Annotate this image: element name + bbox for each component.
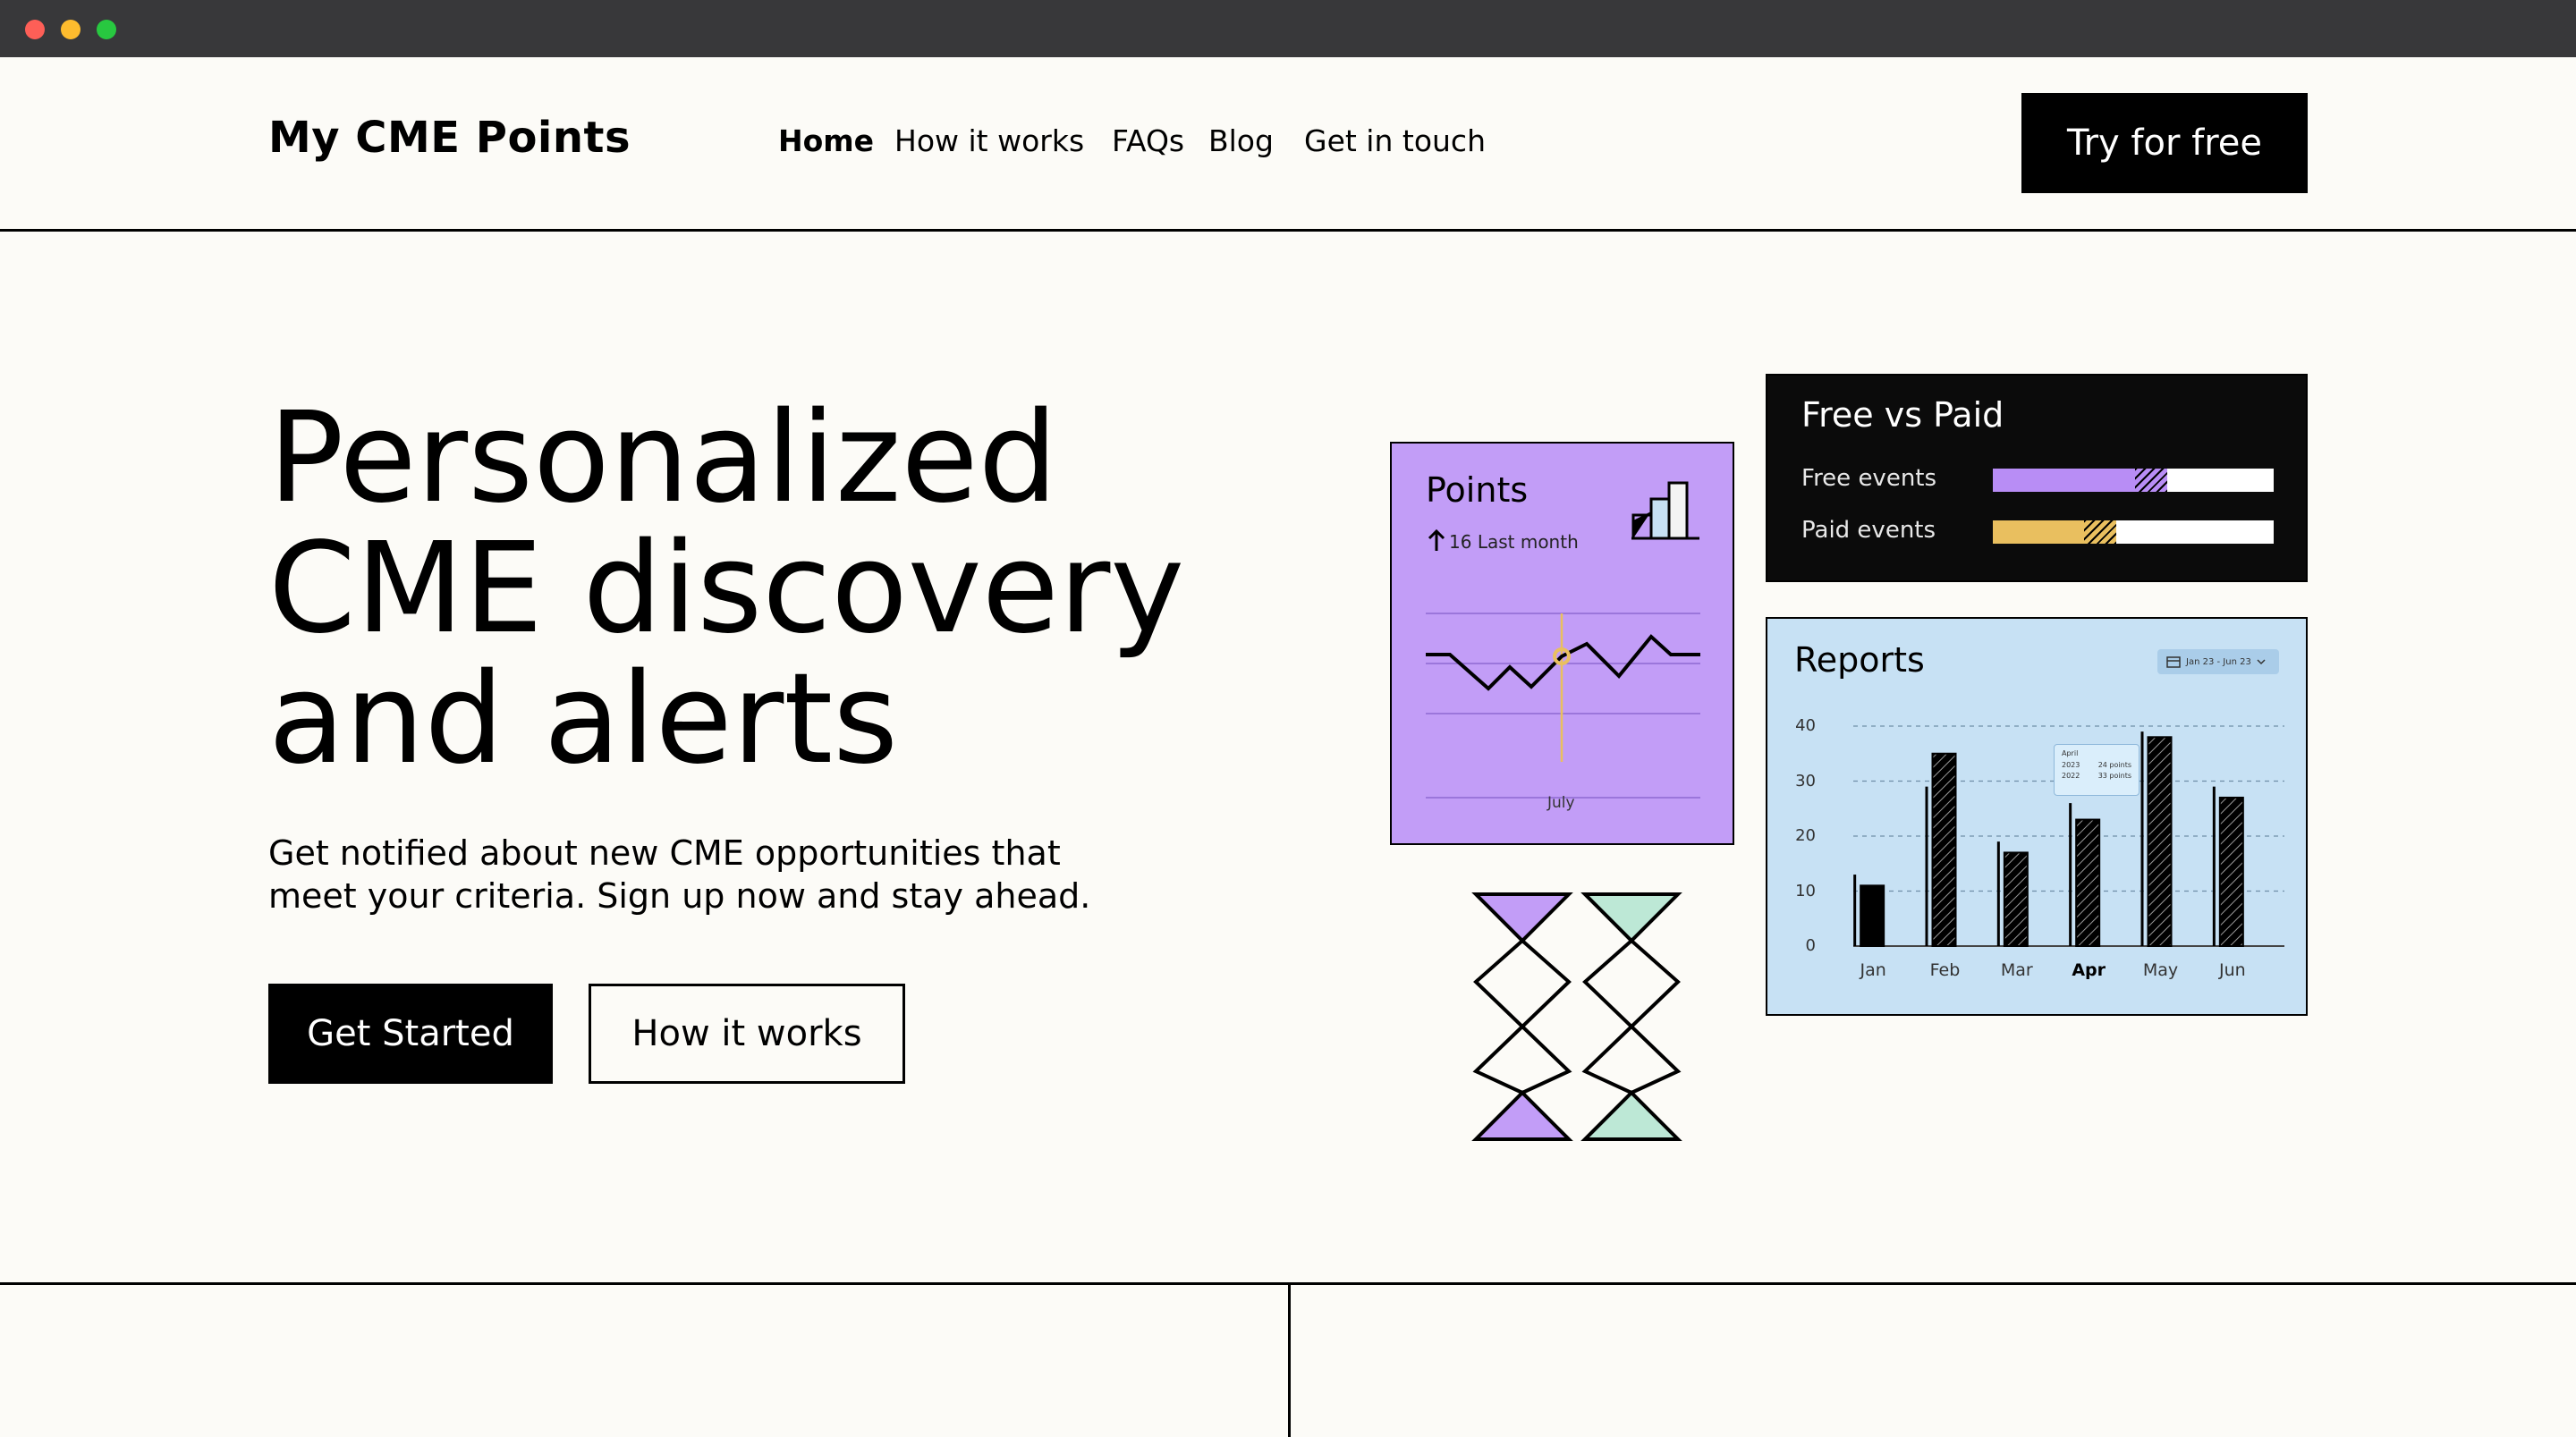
x-tick-label: Apr [2072,960,2106,980]
x-tick-label: Jun [2218,960,2246,980]
maximize-window-button[interactable] [97,20,116,39]
header-divider [0,229,2576,232]
tooltip-year: 2022 [2062,772,2080,780]
site-logo[interactable]: My CME Points [268,113,631,163]
free-events-bar [1993,469,2274,492]
bar-2023[interactable] [2218,796,2244,947]
paid-events-bar [1993,520,2274,544]
tooltip-row: 2022 33 points [2062,772,2131,780]
headline-line: CME discovery [268,516,1185,662]
bar-2022[interactable] [2069,803,2072,946]
section-column-divider [1288,1282,1291,1437]
bar-2022[interactable] [1996,841,2000,946]
nav-faqs[interactable]: FAQs [1112,123,1184,158]
bar-chart-icon [1631,481,1699,540]
tooltip-value: 24 points [2097,761,2131,769]
chart-tooltip: April 2023 24 points 2022 33 points [2054,744,2140,796]
bar-2023[interactable] [2003,851,2029,948]
tooltip-row: 2023 24 points [2062,761,2131,769]
nav-get-in-touch[interactable]: Get in touch [1304,123,1486,158]
subtext-line: meet your criteria. Sign up now and stay… [268,876,1091,916]
bar-2023[interactable] [2075,818,2101,947]
get-started-button[interactable]: Get Started [268,984,553,1084]
free-events-label: Free events [1801,465,1937,492]
tooltip-title: April [2062,749,2079,757]
headline-line: Personalized [268,385,1058,531]
paid-events-hatch [2084,520,2116,544]
arrow-up-icon [1428,529,1445,551]
bar-2022[interactable] [2212,786,2216,946]
window-titlebar [0,0,2576,57]
nav-how-it-works[interactable]: How it works [894,123,1084,158]
points-card: Points 16 Last month July [1390,442,1734,845]
points-line-chart [1426,613,1700,799]
tooltip-value: 33 points [2097,772,2131,780]
points-change: 16 Last month [1449,531,1579,553]
free-vs-paid-title: Free vs Paid [1801,395,2004,435]
free-events-hatch [2135,469,2167,492]
hero-subtext: Get notified about new CME opportunities… [268,832,1163,917]
headline-line: and alerts [268,647,899,792]
reports-bar-chart [1853,725,2284,948]
decorative-pattern [1471,892,1682,1141]
hero-headline: Personalized CME discovery and alerts [268,393,1184,785]
x-tick-label: Feb [1929,960,1961,980]
nav-home[interactable]: Home [778,123,874,158]
nav-blog[interactable]: Blog [1208,123,1274,158]
tooltip-year: 2023 [2062,761,2080,769]
points-x-label: July [1547,794,1575,812]
points-change-value: 16 [1449,531,1472,553]
bar-2023[interactable] [1860,884,1885,948]
free-vs-paid-card: Free vs Paid Free events Paid events [1766,374,2308,582]
bar-2022[interactable] [1853,875,1857,946]
reports-card: Reports Jan 23 - Jun 23 40 30 20 10 0 Ja… [1766,617,2308,1016]
minimize-window-button[interactable] [61,20,80,39]
bar-2023[interactable] [2147,736,2173,947]
bar-2023[interactable] [1931,752,1957,947]
paid-events-label: Paid events [1801,517,1936,544]
try-for-free-button[interactable]: Try for free [2021,93,2308,193]
x-tick-label: Mar [2000,960,2033,980]
x-tick-label: Jan [1860,960,1886,980]
x-tick-label: May [2142,960,2179,980]
bar-2022[interactable] [1925,786,1928,946]
bar-2022[interactable] [2140,731,2144,946]
points-change-label: Last month [1477,531,1579,553]
how-it-works-button[interactable]: How it works [589,984,905,1084]
close-window-button[interactable] [25,20,45,39]
points-card-title: Points [1426,470,1529,510]
subtext-line: Get notified about new CME opportunities… [268,833,1061,873]
